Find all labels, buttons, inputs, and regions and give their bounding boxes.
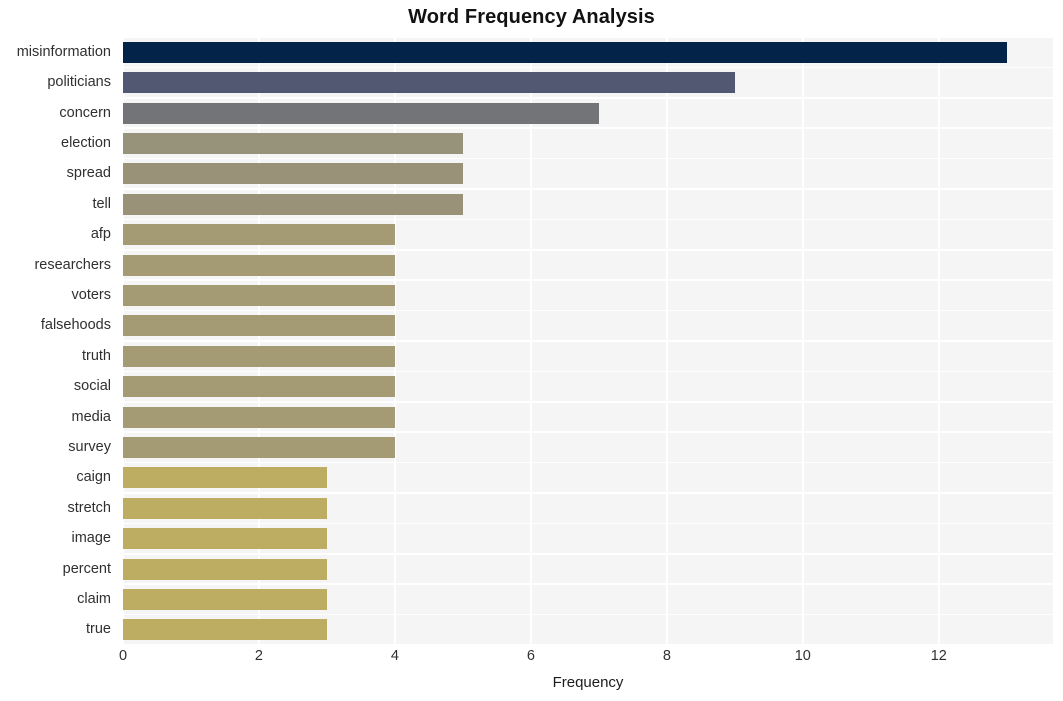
bar <box>123 497 327 519</box>
y-axis-tick-label: social <box>73 378 111 395</box>
x-axis-title: Frequency <box>552 674 624 691</box>
y-axis-tick-label: tell <box>92 195 111 212</box>
y-axis-tick-label: true <box>86 621 111 638</box>
bar <box>123 436 395 458</box>
plot-panel <box>122 36 1053 646</box>
y-axis-tick-label: media <box>71 408 112 425</box>
y-axis-tick-label: concern <box>59 104 111 121</box>
x-axis-tick-label: 6 <box>526 648 535 664</box>
bar <box>123 163 463 185</box>
y-axis-tick-label: afp <box>90 226 111 243</box>
bar <box>123 41 1007 63</box>
bar <box>123 193 463 215</box>
chart-figure: Word Frequency Analysis misinformation po… <box>0 0 1063 701</box>
y-axis-tick-label: researchers <box>34 256 111 273</box>
bars-layer <box>123 37 1053 645</box>
y-axis-tick-label: spread <box>66 165 111 182</box>
bar <box>123 132 463 154</box>
y-axis-tick-label: falsehoods <box>40 317 111 334</box>
bar <box>123 102 599 124</box>
bar <box>123 224 395 246</box>
y-axis-tick-label: caign <box>76 469 111 486</box>
y-axis-tick-label: election <box>61 134 111 151</box>
y-axis-tick-label: misinformation <box>16 43 111 60</box>
chart-title: Word Frequency Analysis <box>408 6 655 28</box>
x-axis-tick-label: 4 <box>390 648 399 664</box>
bar <box>123 558 327 580</box>
bar <box>123 254 395 276</box>
bar <box>123 619 327 641</box>
bar <box>123 406 395 428</box>
y-axis-tick-label: politicians <box>47 74 111 91</box>
x-axis-tick-label: 8 <box>662 648 671 664</box>
bar <box>123 284 395 306</box>
y-axis-tick-label: survey <box>68 438 111 455</box>
y-axis-tick-labels: misinformation politicians concern election… <box>0 37 117 645</box>
x-axis-tick-label: 2 <box>254 648 263 664</box>
x-axis-tick-label: 0 <box>118 648 128 664</box>
x-axis-tick-labels: 0 2 4 6 8 10 12 <box>0 648 1063 670</box>
bar <box>123 588 327 610</box>
y-axis-tick-label: truth <box>81 347 111 364</box>
x-axis-tick-label: 12 <box>930 648 947 664</box>
bar <box>123 528 327 550</box>
y-axis-tick-label: voters <box>71 286 112 303</box>
y-axis-tick-label: claim <box>77 590 111 607</box>
y-axis-tick-label: image <box>71 530 112 547</box>
x-axis-tick-label: 10 <box>794 648 811 664</box>
bar <box>123 376 395 398</box>
bar <box>123 315 395 337</box>
bar <box>123 467 327 489</box>
bar <box>123 345 395 367</box>
y-axis-tick-label: stretch <box>67 499 111 516</box>
y-axis-tick-label: percent <box>62 560 111 577</box>
bar <box>123 72 735 94</box>
